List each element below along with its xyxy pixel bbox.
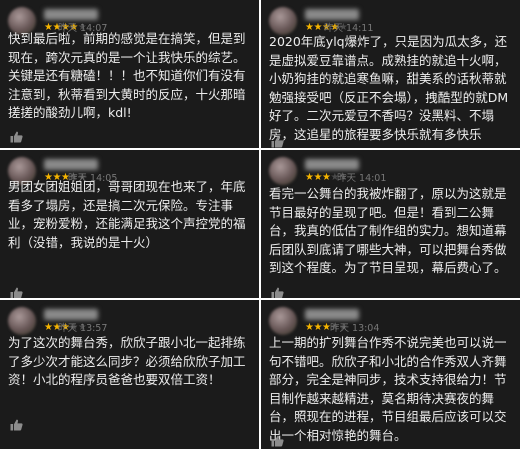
review-card: 溪溪溪溪 ★★★★★ 昨天 14:11 2020年底ylq爆炸了，只是因为瓜太多… [261,0,520,148]
username[interactable]: 溪溪溪溪 [305,9,359,20]
review-card: 琴若菠菠 ★★★★★ 昨天 14:07 快到最后啦，前期的感觉是在搞笑，但是到现… [0,0,259,148]
review-text: 男团女团姐姐团，哥哥团现在也来了，年底看多了塌房，还是搞二次元保险。专注事业，宠… [8,179,246,250]
username[interactable]: 吸音的 [305,309,359,320]
username[interactable]: 读书城的 [44,159,98,170]
review-card: 忙着写着爱 ★★★★★ 昨天 14:01 看完一公舞台的我被炸翻了，原以为这就是… [261,150,520,298]
username[interactable]: 琴若菠菠 [44,9,98,20]
username[interactable]: 醒醒小熊 [44,309,98,320]
thumbs-up-icon[interactable] [10,128,23,143]
thumbs-up-icon[interactable] [10,284,23,298]
thumbs-up-icon[interactable] [271,432,284,447]
review-card: 醒醒小熊 ★★★★★ 昨天 13:57 为了这次的舞台秀，欣欣子跟小北一起排练了… [0,300,259,449]
thumbs-up-icon[interactable] [10,416,23,431]
star-icon: ★ [313,22,322,33]
review-text: 为了这次的舞台秀，欣欣子跟小北一起排练了多少次才能这么同步？必须给欣欣子加工资！… [8,335,246,387]
review-card: 读书城的 ★★★★★ 昨天 14:05 男团女团姐姐团，哥哥团现在也来了，年底看… [0,150,259,298]
review-text: 2020年底ylq爆炸了，只是因为瓜太多，还是虚拟爱豆靠谱点。成熟挂的就追十火啊… [269,34,509,142]
review-text: 看完一公舞台的我被炸翻了，原以为这就是节目最好的呈现了吧。但是！看到二公舞台，我… [269,186,507,275]
avatar[interactable] [269,7,297,35]
avatar[interactable] [269,157,297,185]
username[interactable]: 忙着写着爱 [305,159,359,170]
thumbs-up-icon[interactable] [271,133,284,148]
review-text: 快到最后啦，前期的感觉是在搞笑，但是到现在，跨次元真的是一个让我快乐的综艺。关键… [8,31,246,120]
timestamp: 昨天 14:01 [337,173,387,184]
review-text: 上一期的扩列舞台作秀不说完美也可以说一句不错吧。欣欣子和小北的合作秀双人齐舞部分… [269,335,507,443]
star-icon: ★ [313,172,322,183]
avatar[interactable] [269,307,297,335]
star-icon: ★ [313,322,322,333]
avatar[interactable] [8,307,36,335]
review-card: 吸音的 ★★★★★ 昨天 13:04 上一期的扩列舞台作秀不说完美也可以说一句不… [261,300,520,449]
thumbs-up-icon[interactable] [271,284,284,298]
